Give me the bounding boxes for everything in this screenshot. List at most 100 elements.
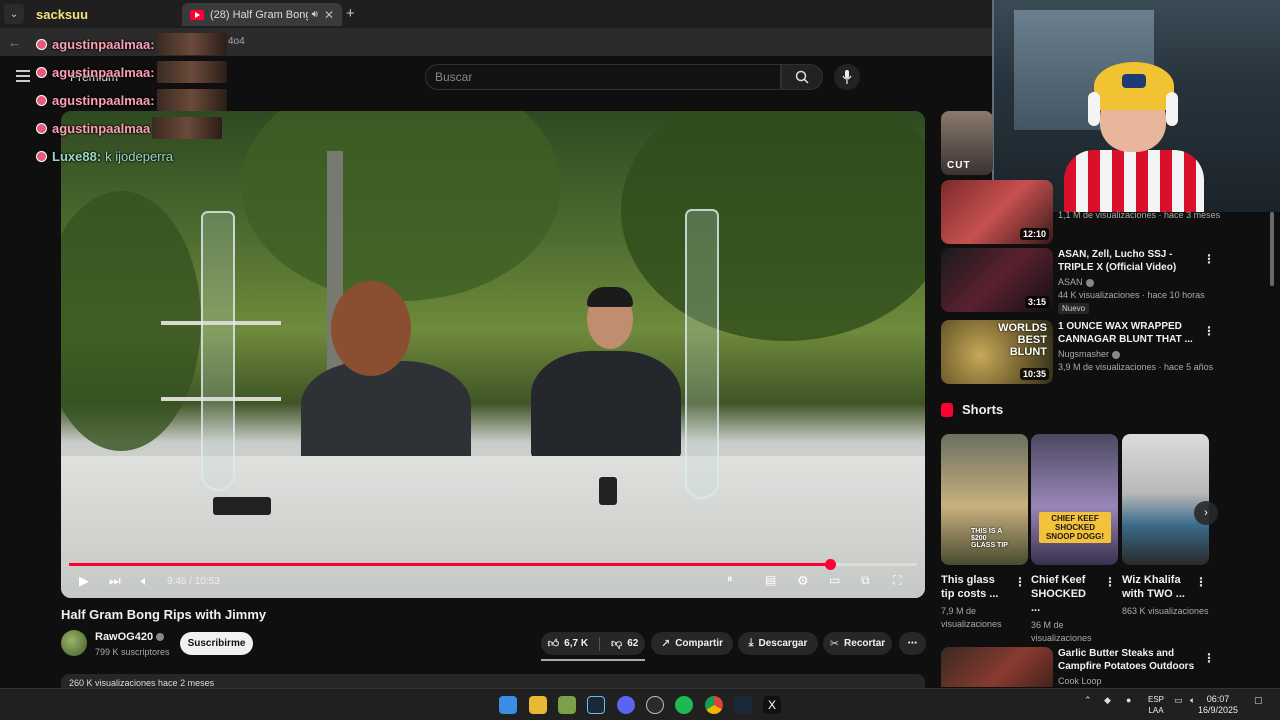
more-options-icon[interactable]: ⋮ [1014, 575, 1026, 589]
more-options-icon[interactable]: ⋮ [1203, 252, 1215, 266]
more-options-icon[interactable]: ⋮ [1104, 575, 1116, 589]
more-options-icon[interactable]: ⋮ [1203, 324, 1215, 338]
channel-name[interactable]: Nugsmasher [1058, 349, 1121, 359]
subtitles-icon[interactable]: ▤ [765, 573, 776, 587]
dislike-count[interactable]: 62 [627, 638, 638, 649]
short-thumbnail[interactable]: THIS IS A $200 GLASS TIP [941, 434, 1028, 565]
steam-icon[interactable] [587, 696, 605, 714]
language-code: ESP [1148, 695, 1165, 704]
shorts-icon [941, 402, 953, 417]
spotify-icon[interactable] [675, 696, 693, 714]
new-tab-button[interactable]: + [346, 5, 355, 22]
subscribe-button[interactable]: Suscribirme [180, 632, 253, 655]
video-title[interactable]: 1 OUNCE WAX WRAPPED CANNAGAR BLUNT THAT … [1058, 320, 1198, 346]
short-title[interactable]: Wiz Khalifa with TWO ... [1122, 573, 1188, 601]
video-title[interactable]: Garlic Butter Steaks and Campfire Potato… [1058, 647, 1203, 673]
recommended-video[interactable]: Garlic Butter Steaks and Campfire Potato… [941, 647, 1276, 687]
speaker-icon[interactable]: 🔊︎ [312, 9, 318, 20]
next-icon[interactable]: ⏭ [109, 573, 121, 589]
more-actions-button[interactable]: ⋯ [899, 632, 926, 655]
tab-search-button[interactable]: ⌄ [4, 4, 24, 24]
short-title[interactable]: This glass tip costs ... [941, 573, 1007, 601]
thumbs-up-icon[interactable]: 👍︎ [548, 637, 560, 650]
recommended-video[interactable]: 12:10 1,1 M de visualizaciones · hace 3 … [941, 180, 1276, 244]
like-count[interactable]: 6,7 K [564, 638, 588, 649]
settings-gear-icon[interactable]: ⚙ [797, 573, 809, 589]
tray-overflow-icon[interactable]: ⌃ [1084, 695, 1092, 706]
short-title[interactable]: Chief Keef SHOCKED ... [1031, 573, 1097, 615]
channel-name[interactable]: ASAN [1058, 277, 1094, 287]
input-language[interactable]: ESP LAA [1148, 694, 1164, 716]
cast-icon[interactable]: ⧉ [861, 573, 870, 588]
menu-icon[interactable] [16, 70, 30, 82]
fullscreen-icon[interactable]: ⛶ [893, 573, 901, 588]
url-text[interactable]: 4o4 [228, 36, 245, 47]
video-player[interactable]: ▶ ⏭ 🔈︎ 9:46 / 10:53 ⏸ ▤ ⚙ ▭ ⧉ ⛶ [61, 111, 925, 598]
discord-icon[interactable] [617, 696, 635, 714]
network-app-icon[interactable]: ◆ [1104, 695, 1111, 706]
short-thumbnail[interactable] [1122, 434, 1209, 565]
thumbs-down-icon[interactable]: 👎︎ [611, 637, 622, 650]
channel-name[interactable]: RawOG420 [95, 631, 165, 643]
shorts-next-arrow-icon[interactable]: › [1194, 501, 1218, 525]
play-icon[interactable]: ▶ [79, 573, 89, 589]
channel-avatar[interactable] [61, 630, 87, 656]
recommended-video[interactable]: 3:15 ASAN, Zell, Lucho SSJ - TRIPLE X (O… [941, 248, 1276, 314]
video-thumbnail[interactable]: CUT [941, 111, 993, 175]
more-options-icon[interactable]: ⋮ [1203, 651, 1215, 665]
system-clock[interactable]: 06:07 16/9/2025 [1198, 694, 1238, 716]
autoplay-toggle[interactable]: ⏸ [727, 573, 733, 586]
sidebar-scrollbar[interactable] [1270, 210, 1275, 680]
video-title: Half Gram Bong Rips with Jimmy [61, 607, 267, 622]
obs-icon[interactable] [646, 696, 664, 714]
steam-icon[interactable] [734, 696, 752, 714]
search-input[interactable]: Buscar [425, 64, 781, 90]
video-thumbnail[interactable]: 12:10 [941, 180, 1053, 244]
x-app-icon[interactable]: X [763, 696, 781, 714]
video-thumbnail[interactable] [941, 647, 1053, 687]
volume-tray-icon[interactable]: 🔈︎ [1190, 695, 1195, 706]
back-arrow-icon[interactable]: ← [8, 35, 21, 50]
download-button[interactable]: ⤓ Descargar [738, 632, 818, 655]
scrollbar-thumb[interactable] [1270, 212, 1274, 286]
divider [599, 636, 601, 651]
more-options-icon[interactable]: ⋮ [1195, 575, 1207, 589]
short-views: 7,9 M de visualizaciones [941, 606, 1002, 629]
tab-sacksuu[interactable]: sacksuu [28, 3, 180, 26]
notifications-icon[interactable]: ▢ [1254, 695, 1263, 706]
recommended-video[interactable]: WORLDS BEST BLUNT 10:35 1 OUNCE WAX WRAP… [941, 320, 1276, 384]
video-thumbnail[interactable]: 3:15 [941, 248, 1053, 312]
description-box[interactable]: 260 K visualizaciones hace 2 meses [61, 674, 925, 688]
chrome-icon[interactable] [705, 696, 723, 714]
short-card[interactable]: Wiz Khalifa with TWO ... 863 K visualiza… [1122, 434, 1209, 618]
bong-left [201, 211, 235, 491]
theater-mode-icon[interactable]: ▭ [829, 573, 840, 587]
tab-youtube[interactable]: (28) Half Gram Bong Rips w 🔊︎ ✕ [182, 3, 342, 26]
voice-search-button[interactable] [834, 64, 860, 90]
pole [327, 151, 343, 401]
close-tab-icon[interactable]: ✕ [324, 8, 334, 22]
channel-name-text: ASAN [1058, 277, 1083, 287]
file-explorer-icon[interactable] [529, 696, 547, 714]
thumbnail-label: THIS IS A $200 GLASS TIP [971, 528, 1008, 549]
short-thumbnail[interactable]: CHIEF KEEF SHOCKED SNOOP DOGG! [1031, 434, 1118, 565]
progress-bar[interactable] [69, 559, 917, 570]
volume-icon[interactable]: 🔈︎ [141, 573, 149, 589]
short-card[interactable]: CHIEF KEEF SHOCKED SNOOP DOGG! Chief Kee… [1031, 434, 1118, 645]
recommended-video[interactable]: CUT [941, 111, 1276, 175]
share-button[interactable]: ↗ Compartir [651, 632, 733, 655]
minecraft-icon[interactable] [558, 696, 576, 714]
video-thumbnail[interactable]: WORLDS BEST BLUNT 10:35 [941, 320, 1053, 384]
windows-start-icon[interactable] [499, 696, 517, 714]
short-card[interactable]: THIS IS A $200 GLASS TIP This glass tip … [941, 434, 1028, 631]
verified-icon [1112, 350, 1121, 359]
search-button[interactable] [781, 64, 823, 90]
wifi-icon[interactable]: ▭ [1174, 695, 1183, 706]
chat-badge-icon [36, 38, 47, 50]
share-icon: ↗ [660, 638, 671, 650]
clip-button[interactable]: ✂ Recortar [823, 632, 892, 655]
chat-username: agustinpaalmaa: [52, 36, 155, 52]
microphone-tray-icon[interactable]: ● [1126, 695, 1131, 705]
channel-name[interactable]: Cook Loop [1058, 676, 1102, 686]
video-title[interactable]: ASAN, Zell, Lucho SSJ - TRIPLE X (Offici… [1058, 248, 1198, 274]
